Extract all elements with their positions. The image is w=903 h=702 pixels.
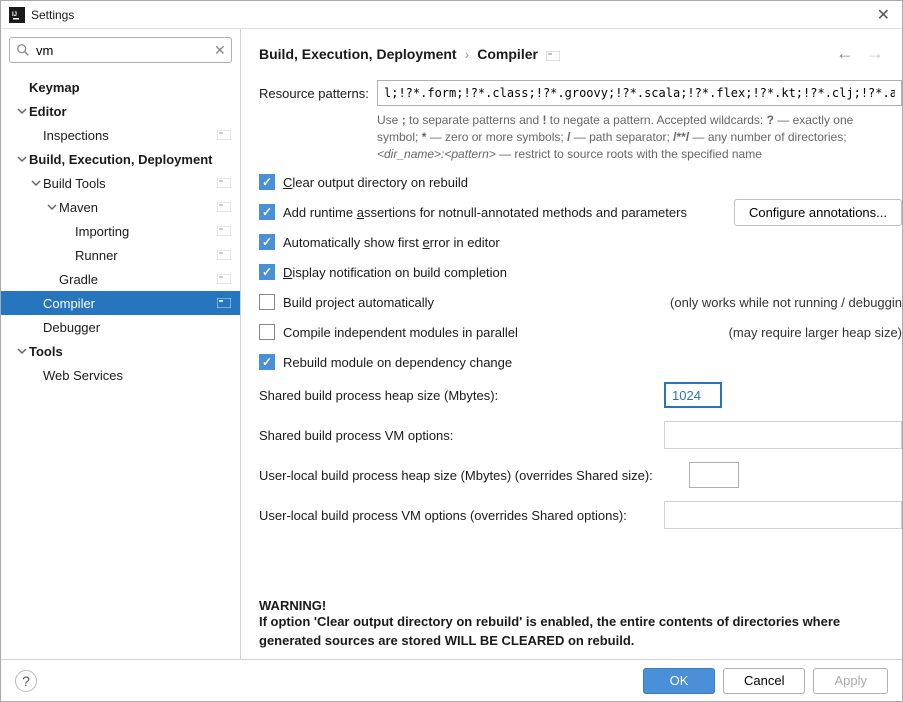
project-badge-icon [546, 48, 562, 60]
compile-parallel-note: (may require larger heap size) [719, 325, 902, 340]
project-badge-icon [216, 273, 232, 285]
breadcrumb: Build, Execution, Deployment › Compiler [259, 46, 836, 62]
project-badge-icon [216, 297, 232, 309]
breadcrumb-current: Compiler [477, 46, 538, 62]
rebuild-dep-checkbox[interactable] [259, 354, 275, 370]
tree-item-gradle[interactable]: Gradle [1, 267, 240, 291]
clear-output-label[interactable]: Clear output directory on rebuild [283, 175, 468, 190]
project-badge-icon [216, 225, 232, 237]
shared-vm-input[interactable] [664, 421, 902, 449]
compile-parallel-checkbox[interactable] [259, 324, 275, 340]
pattern-hint: Use ; to separate patterns and ! to nega… [377, 112, 902, 162]
chevron-down-icon[interactable] [15, 104, 29, 118]
resource-patterns-input[interactable] [377, 80, 902, 106]
cancel-button[interactable]: Cancel [723, 668, 805, 694]
tree-item-tools[interactable]: Tools [1, 339, 240, 363]
close-button[interactable]: ✕ [873, 3, 894, 27]
app-icon: IJ [9, 7, 25, 23]
warning-title: WARNING! [259, 598, 894, 613]
settings-tree: Keymap Editor Inspections Build, Executi… [1, 71, 240, 659]
tree-item-inspections[interactable]: Inspections [1, 123, 240, 147]
apply-button[interactable]: Apply [813, 668, 888, 694]
tree-item-build-exec-deploy[interactable]: Build, Execution, Deployment [1, 147, 240, 171]
tree-item-importing[interactable]: Importing [1, 219, 240, 243]
shared-heap-label: Shared build process heap size (Mbytes): [259, 388, 664, 403]
tree-item-web-services[interactable]: Web Services [1, 363, 240, 387]
project-badge-icon [216, 201, 232, 213]
forward-button: → [866, 43, 884, 64]
display-notification-label[interactable]: Display notification on build completion [283, 265, 507, 280]
warning-block: WARNING! If option 'Clear output directo… [259, 598, 902, 649]
user-heap-label: User-local build process heap size (Mbyt… [259, 468, 689, 483]
resource-patterns-label: Resource patterns: [259, 80, 377, 101]
tree-item-debugger[interactable]: Debugger [1, 315, 240, 339]
warning-text: If option 'Clear output directory on reb… [259, 613, 894, 649]
runtime-assertions-checkbox[interactable] [259, 204, 275, 220]
display-notification-checkbox[interactable] [259, 264, 275, 280]
tree-item-editor[interactable]: Editor [1, 99, 240, 123]
clear-output-checkbox[interactable] [259, 174, 275, 190]
main-header: Build, Execution, Deployment › Compiler … [241, 29, 902, 74]
shared-heap-input[interactable] [664, 382, 722, 408]
help-button[interactable]: ? [15, 670, 37, 692]
chevron-down-icon[interactable] [45, 200, 59, 214]
back-button[interactable]: ← [836, 43, 854, 64]
project-badge-icon [216, 177, 232, 189]
breadcrumb-separator: › [465, 46, 470, 62]
chevron-down-icon[interactable] [15, 152, 29, 166]
user-heap-input[interactable] [689, 462, 739, 488]
tree-item-compiler[interactable]: Compiler [1, 291, 240, 315]
svg-text:IJ: IJ [12, 12, 17, 18]
search-input[interactable] [36, 43, 212, 58]
main-panel: Build, Execution, Deployment › Compiler … [241, 29, 902, 659]
titlebar: IJ Settings ✕ [1, 1, 902, 29]
shared-vm-label: Shared build process VM options: [259, 428, 664, 443]
settings-form: Resource patterns: Use ; to separate pat… [241, 74, 902, 659]
chevron-down-icon[interactable] [29, 176, 43, 190]
breadcrumb-parent[interactable]: Build, Execution, Deployment [259, 46, 457, 62]
clear-search-icon[interactable]: ✕ [212, 42, 228, 59]
auto-show-error-label[interactable]: Automatically show first error in editor [283, 235, 500, 250]
dialog-footer: ? OK Cancel Apply [1, 659, 902, 701]
build-auto-checkbox[interactable] [259, 294, 275, 310]
rebuild-dep-label[interactable]: Rebuild module on dependency change [283, 355, 512, 370]
auto-show-error-checkbox[interactable] [259, 234, 275, 250]
project-badge-icon [216, 129, 232, 141]
chevron-down-icon[interactable] [15, 344, 29, 358]
project-badge-icon [216, 249, 232, 261]
tree-item-keymap[interactable]: Keymap [1, 75, 240, 99]
nav-arrows: ← → [836, 43, 884, 64]
tree-item-build-tools[interactable]: Build Tools [1, 171, 240, 195]
build-auto-note: (only works while not running / debuggin [660, 295, 902, 310]
user-vm-label: User-local build process VM options (ove… [259, 508, 664, 523]
sidebar: ✕ Keymap Editor Inspections Build, Execu… [1, 29, 241, 659]
tree-item-maven[interactable]: Maven [1, 195, 240, 219]
runtime-assertions-label[interactable]: Add runtime assertions for notnull-annot… [283, 205, 687, 220]
search-field[interactable]: ✕ [9, 37, 232, 63]
ok-button[interactable]: OK [643, 668, 715, 694]
compile-parallel-label[interactable]: Compile independent modules in parallel [283, 325, 518, 340]
window-title: Settings [31, 8, 873, 22]
configure-annotations-button[interactable]: Configure annotations... [734, 199, 902, 226]
user-vm-input[interactable] [664, 501, 902, 529]
search-icon [16, 43, 30, 57]
tree-item-runner[interactable]: Runner [1, 243, 240, 267]
build-auto-label[interactable]: Build project automatically [283, 295, 434, 310]
